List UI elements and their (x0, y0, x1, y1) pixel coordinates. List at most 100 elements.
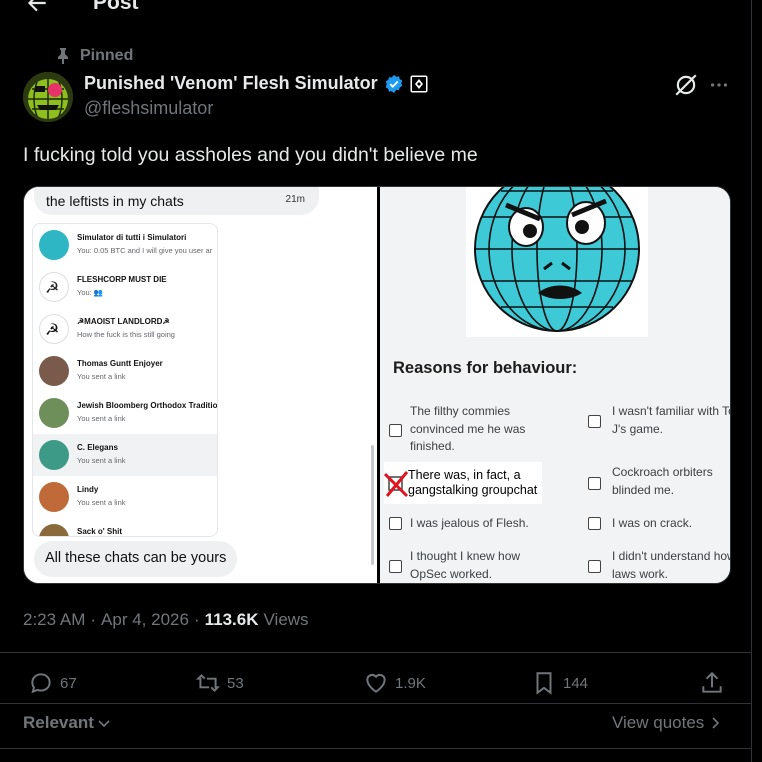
chat-bubble-bottom: All these chats can be yours (34, 541, 237, 577)
chat-name: ☭MAOIST LANDLORD☭ (77, 317, 170, 326)
red-x-check-icon (384, 471, 409, 498)
chat-name: Sack o' Shit (77, 527, 123, 536)
chat-name: FLESHCORP MUST DIE (77, 275, 167, 284)
checklist-option: I was on crack. (612, 516, 693, 530)
chat-list-item: ☭ ☭MAOIST LANDLORD☭ How the fuck is this… (33, 308, 217, 350)
pinned-label: Pinned (80, 47, 134, 64)
chat-list: Simulator di tutti i Simulatori You: 0.0… (32, 223, 218, 537)
checkbox (588, 415, 601, 428)
media-checklist-screenshot: Reasons for behaviour: The filthy commie… (380, 187, 731, 583)
chat-bubble-bottom-text: All these chats can be yours (45, 550, 227, 566)
checkbox (588, 517, 601, 530)
chat-avatar (39, 440, 69, 470)
reply-icon (31, 673, 51, 694)
chat-list-item: Sack o' Shit (33, 518, 217, 536)
meta-separator: · (193, 610, 200, 629)
share-button[interactable] (699, 670, 725, 696)
divider (0, 703, 752, 704)
author-handle[interactable]: @fleshsimulator (84, 98, 213, 119)
chat-avatar: ☭ (39, 314, 69, 344)
pin-icon (58, 48, 68, 64)
checklist-option: I thought I knew how OpSec worked. (410, 549, 521, 581)
chat-name: Jewish Bloomberg Orthodox Traditio.. (77, 401, 217, 410)
chat-bubble-top-text: the leftists in my chats (46, 193, 184, 209)
chat-bubble-top: the leftists in my chats 21m (34, 187, 319, 215)
chat-name: C. Elegans (77, 443, 118, 452)
checklist-option: Cockroach orbiters blinded me. (612, 465, 713, 497)
chat-preview: You sent a link (77, 372, 126, 381)
checkbox (588, 560, 601, 573)
checklist-title: Reasons for behaviour: (393, 359, 578, 377)
post-date[interactable]: Apr 4, 2026 (101, 610, 189, 630)
chat-list-item: C. Elegans You sent a link (33, 434, 217, 476)
grok-icon[interactable] (673, 72, 699, 98)
bookmark-count: 144 (563, 674, 589, 692)
repost-count: 53 (227, 674, 244, 692)
chat-avatar (39, 356, 69, 386)
checklist-option-selected: There was, in fact, a gangstalking group… (408, 468, 538, 497)
back-arrow-icon[interactable] (24, 0, 50, 16)
checklist-option: I didn't understand how laws work. (612, 549, 731, 581)
media-chat-screenshot: the leftists in my chats 21m Simulator d… (24, 187, 377, 583)
checklist-option: The filthy commies convinced me he was f… (410, 404, 526, 453)
share-icon (702, 671, 722, 693)
post-media[interactable]: the leftists in my chats 21m Simulator d… (23, 186, 731, 584)
repost-icon (195, 674, 221, 692)
chat-preview: You sent a link (77, 414, 126, 423)
post-meta: 2:23 AM · Apr 4, 2026 · 113.6K Views (23, 610, 309, 630)
bookmark-button[interactable]: 144 (531, 670, 588, 696)
chat-preview: You: 👥 (77, 288, 104, 297)
checklist-option: I wasn't familiar with Top J's game. (612, 404, 731, 436)
checklist-option: I was jealous of Flesh. (410, 516, 529, 530)
chat-name: Simulator di tutti i Simulatori (77, 233, 187, 242)
author-avatar[interactable] (23, 72, 73, 122)
svg-text:☭: ☭ (45, 320, 59, 339)
repost-button[interactable]: 53 (195, 670, 244, 696)
more-options-icon[interactable] (708, 74, 730, 96)
marked-option: There was, in fact, a gangstalking group… (384, 462, 542, 504)
page-title: Post (93, 0, 139, 14)
chat-list-item: ☭ FLESHCORP MUST DIE You: 👥 (33, 266, 217, 308)
views-count: 113.6K (204, 610, 259, 629)
chat-avatar (39, 524, 69, 536)
reply-sort-label: Relevant (23, 713, 94, 732)
view-quotes-link[interactable]: View quotes (612, 713, 720, 733)
divider (0, 652, 752, 653)
post-header: Post (0, 0, 752, 20)
author-name[interactable]: Punished 'Venom' Flesh Simulator (84, 73, 428, 94)
chat-preview: You sent a link (77, 498, 126, 507)
chat-preview: How the fuck is this still going (77, 330, 175, 339)
views-label: Views (263, 610, 309, 629)
chat-bubble-time: 21m (285, 194, 305, 205)
chat-list-item: Simulator di tutti i Simulatori You: 0.0… (33, 224, 217, 266)
chat-avatar (39, 230, 69, 260)
post-text: I fucking told you assholes and you didn… (23, 144, 478, 166)
chat-name: Thomas Guntt Enjoyer (77, 359, 163, 368)
chat-list-item: Thomas Guntt Enjoyer You sent a link (33, 350, 217, 392)
like-count: 1.9K (395, 674, 426, 692)
post-time[interactable]: 2:23 AM (23, 610, 85, 630)
like-button[interactable]: 1.9K (363, 670, 426, 696)
checkbox (588, 477, 601, 490)
view-quotes-label: View quotes (612, 713, 705, 732)
verified-badge-icon[interactable] (384, 74, 404, 94)
divider (0, 748, 752, 749)
chat-preview: You sent a link (77, 456, 126, 465)
svg-text:☭: ☭ (45, 278, 59, 297)
bookmark-icon (536, 672, 552, 695)
chat-avatar (39, 482, 69, 512)
reply-sort-dropdown[interactable]: Relevant (23, 713, 111, 733)
angry-globe-illustration (466, 187, 648, 337)
chat-list-item: Jewish Bloomberg Orthodox Traditio.. You… (33, 392, 217, 434)
chevron-right-icon (712, 717, 720, 729)
author-display-name[interactable]: Punished 'Venom' Flesh Simulator (84, 73, 378, 94)
reply-button[interactable]: 67 (28, 670, 77, 696)
chat-name: Lindy (77, 485, 99, 494)
affiliate-badge-icon[interactable] (410, 75, 428, 93)
chat-avatar (39, 398, 69, 428)
checkbox (389, 560, 402, 573)
chat-avatar: ☭ (39, 272, 69, 302)
reply-count: 67 (60, 674, 77, 692)
chat-scrollbar (371, 445, 374, 565)
pinned-indicator: Pinned (56, 47, 133, 65)
